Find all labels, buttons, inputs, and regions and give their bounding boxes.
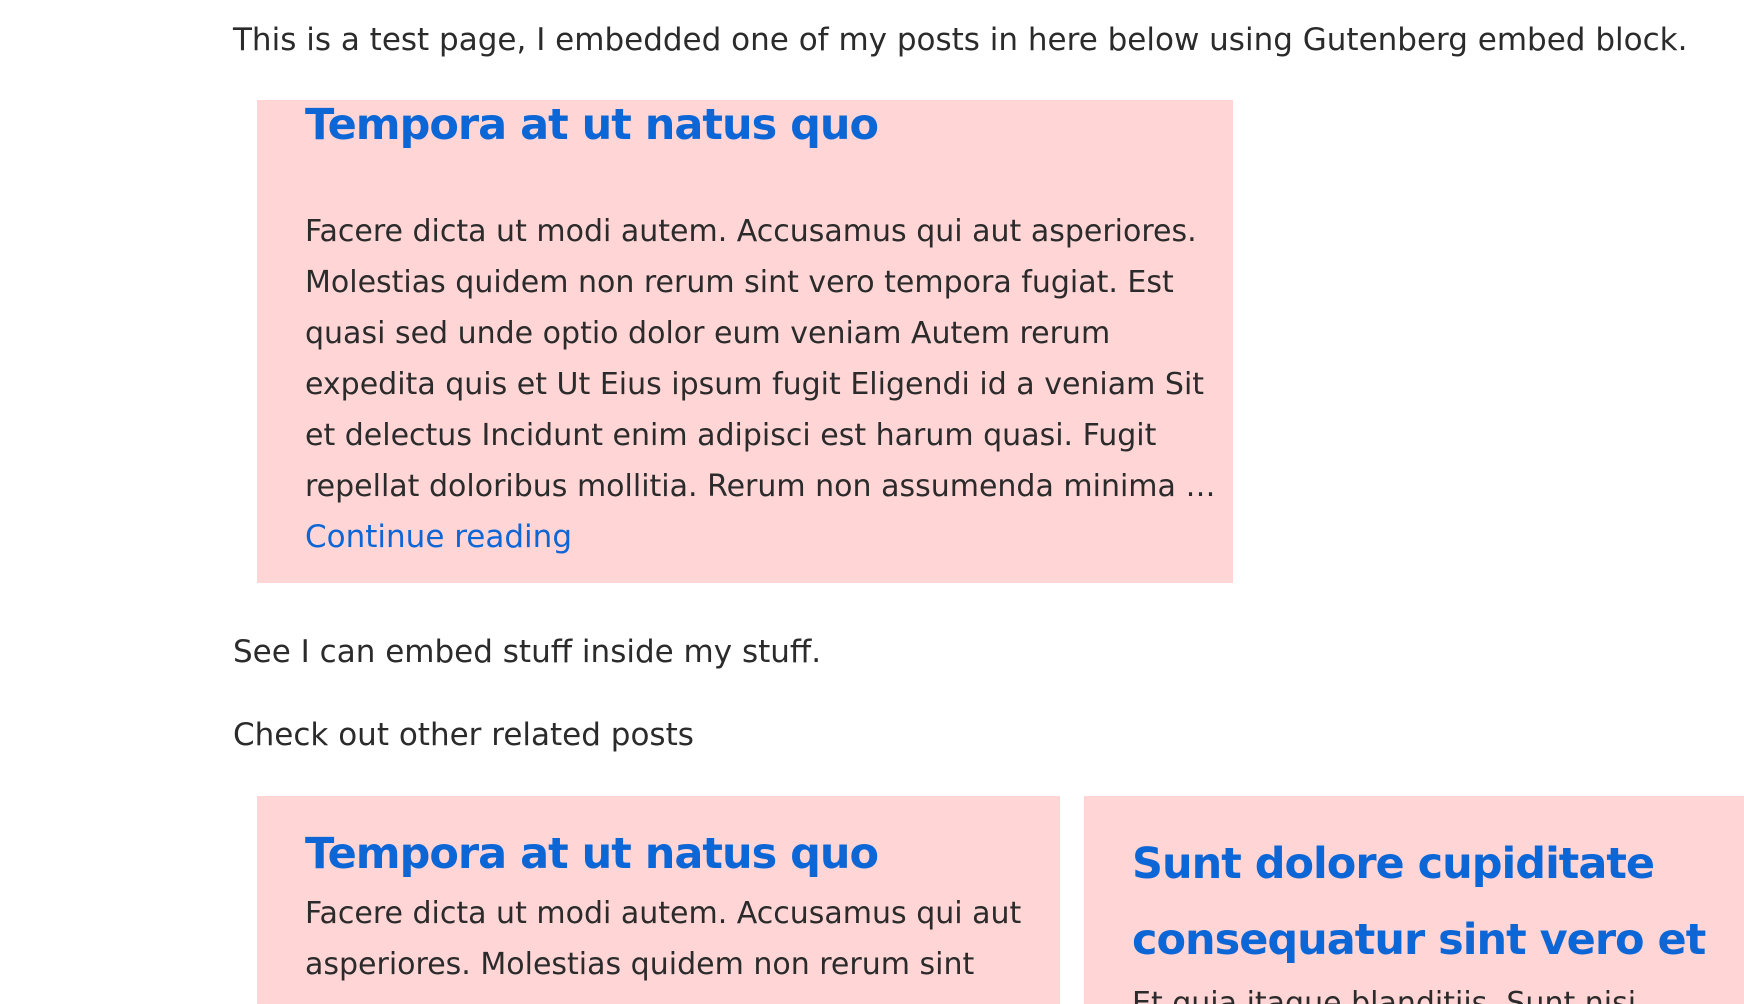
- related-post-card: Sunt dolore cupiditate consequatur sint …: [1084, 796, 1744, 1004]
- related-post-title[interactable]: consequatur sint vero et: [1132, 902, 1706, 978]
- embedded-post-card: Tempora at ut natus quo Facere dicta ut …: [257, 100, 1233, 583]
- related-heading: Check out other related posts: [233, 717, 694, 753]
- see-paragraph: See I can embed stuff inside my stuff.: [233, 634, 822, 670]
- embedded-post-line: quasi sed unde optio dolor eum veniam Au…: [305, 316, 1111, 351]
- related-post-card: Tempora at ut natus quo Facere dicta ut …: [257, 796, 1060, 1004]
- intro-paragraph: This is a test page, I embedded one of m…: [233, 22, 1688, 58]
- embedded-post-line: Molestias quidem non rerum sint vero tem…: [305, 265, 1174, 300]
- embedded-post-line: expedita quis et Ut Eius ipsum fugit Eli…: [305, 367, 1205, 402]
- related-post-line: asperiores. Molestias quidem non rerum s…: [305, 947, 975, 982]
- related-post-line: Facere dicta ut modi autem. Accusamus qu…: [305, 896, 1022, 931]
- related-post-title[interactable]: Tempora at ut natus quo: [305, 826, 1021, 882]
- related-post-title[interactable]: Sunt dolore cupiditate: [1132, 826, 1705, 902]
- continue-reading-link[interactable]: Continue reading: [305, 512, 572, 563]
- embedded-post-line: et delectus Incidunt enim adipisci est h…: [305, 418, 1157, 453]
- embedded-post-line: repellat doloribus mollitia. Rerum non a…: [305, 469, 1216, 504]
- related-post-line: Et quia itaque blanditiis. Sunt nisi: [1132, 986, 1637, 1004]
- embedded-post-title[interactable]: Tempora at ut natus quo: [305, 100, 879, 150]
- embedded-post-line: Facere dicta ut modi autem. Accusamus qu…: [305, 214, 1197, 249]
